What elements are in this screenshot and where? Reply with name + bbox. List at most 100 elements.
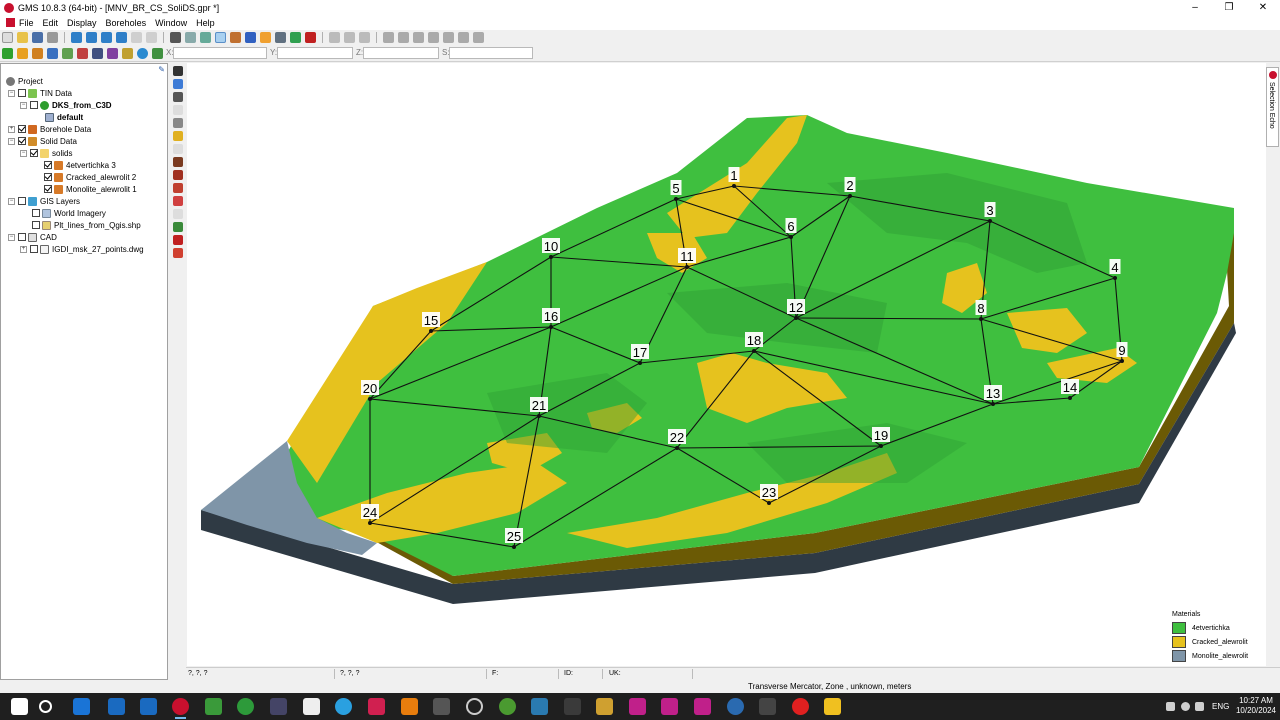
collapse-icon[interactable]: − — [8, 233, 15, 241]
rotate-tool-icon[interactable] — [173, 92, 183, 102]
new-icon[interactable] — [2, 32, 13, 43]
horizon-icon[interactable] — [173, 196, 183, 206]
lighting-icon[interactable] — [215, 32, 226, 43]
plot-icon[interactable] — [245, 32, 256, 43]
pan-icon[interactable] — [173, 66, 183, 76]
taskbar-opera-icon[interactable] — [792, 698, 809, 715]
taskbar-app-icon[interactable] — [205, 698, 222, 715]
grid-icon[interactable] — [275, 32, 286, 43]
node-marker[interactable] — [549, 325, 553, 329]
taskbar-app-icon[interactable] — [108, 698, 125, 715]
node-label[interactable]: 8 — [977, 301, 984, 316]
contours-icon[interactable] — [230, 32, 241, 43]
node-marker[interactable] — [368, 397, 372, 401]
menu-file[interactable]: File — [19, 18, 34, 28]
rotate-icon[interactable] — [131, 32, 142, 43]
taskbar-app-icon[interactable] — [433, 698, 450, 715]
node-label[interactable]: 25 — [507, 529, 521, 544]
map-module-icon[interactable] — [92, 47, 103, 59]
taskbar-app-icon[interactable] — [270, 698, 287, 715]
node-marker[interactable] — [848, 194, 852, 198]
node-marker[interactable] — [794, 316, 798, 320]
taskbar-app-icon[interactable] — [596, 698, 613, 715]
measure-icon[interactable] — [173, 131, 183, 141]
expand-icon[interactable]: + — [20, 245, 27, 253]
select-all-icon[interactable] — [344, 32, 355, 43]
taskbar-app-icon[interactable] — [727, 698, 744, 715]
collapse-icon[interactable]: − — [8, 137, 15, 145]
node-label[interactable]: 21 — [532, 398, 546, 413]
node-label[interactable]: 6 — [787, 219, 794, 234]
view-side-icon[interactable] — [101, 32, 112, 43]
network-icon[interactable] — [1181, 702, 1190, 711]
collapse-icon[interactable]: − — [20, 101, 27, 109]
node-label[interactable]: 1 — [730, 168, 737, 183]
tree-tin-item[interactable]: − DKS_from_C3D — [20, 99, 112, 111]
checkbox[interactable] — [30, 101, 38, 109]
taskbar-app-icon[interactable] — [694, 698, 711, 715]
s-coordinate-field[interactable]: S: — [442, 47, 533, 59]
node-marker[interactable] — [732, 184, 736, 188]
taskbar-app-icon[interactable] — [661, 698, 678, 715]
node-marker[interactable] — [1120, 359, 1124, 363]
tool-e-icon[interactable] — [443, 32, 454, 43]
node-label[interactable]: 12 — [789, 300, 803, 315]
taskbar-app-icon[interactable] — [759, 698, 776, 715]
node-marker[interactable] — [512, 545, 516, 549]
checkbox[interactable] — [18, 197, 26, 205]
mesh-module-icon[interactable] — [47, 47, 58, 59]
taskbar-app-icon[interactable] — [531, 698, 548, 715]
node-label[interactable]: 15 — [424, 313, 438, 328]
restore-button[interactable]: ❐ — [1212, 0, 1246, 15]
globe-module-icon[interactable] — [137, 47, 148, 59]
cad-module-icon[interactable] — [152, 47, 163, 59]
language-indicator[interactable]: ENG — [1212, 702, 1229, 711]
menu-window[interactable]: Window — [155, 18, 187, 28]
checkbox[interactable] — [18, 89, 26, 97]
checkbox[interactable] — [44, 173, 52, 181]
minimize-button[interactable]: – — [1178, 0, 1212, 15]
checkbox[interactable] — [18, 233, 26, 241]
taskbar-app-icon[interactable] — [237, 698, 254, 715]
taskbar-app-icon[interactable] — [368, 698, 385, 715]
node-label[interactable]: 11 — [680, 249, 694, 264]
contact-tool-icon[interactable] — [173, 170, 183, 180]
y-coordinate-field[interactable]: Y: — [270, 47, 353, 59]
node-label[interactable]: 10 — [544, 239, 558, 254]
node-marker[interactable] — [685, 265, 689, 269]
node-marker[interactable] — [879, 444, 883, 448]
save-icon[interactable] — [32, 32, 43, 43]
menu-display[interactable]: Display — [67, 18, 97, 28]
tree-solid-data[interactable]: − Solid Data — [8, 135, 77, 147]
taskbar-app-icon[interactable] — [401, 698, 418, 715]
node-marker[interactable] — [549, 255, 553, 259]
node-label[interactable]: 16 — [544, 309, 558, 324]
taskbar-gms-icon[interactable] — [172, 698, 189, 719]
refresh-icon[interactable] — [200, 32, 211, 43]
checkbox[interactable] — [18, 125, 26, 133]
expand-icon[interactable]: + — [8, 125, 15, 133]
tool-c-icon[interactable] — [413, 32, 424, 43]
close-button[interactable]: ✕ — [1246, 0, 1280, 15]
chevron-up-icon[interactable] — [1166, 702, 1175, 711]
node-label[interactable]: 20 — [363, 381, 377, 396]
taskbar-app-icon[interactable] — [824, 698, 841, 715]
taskbar-app-icon[interactable] — [335, 698, 352, 715]
node-label[interactable]: 13 — [986, 386, 1000, 401]
gis-module-icon[interactable] — [107, 47, 118, 59]
select-icon[interactable] — [329, 32, 340, 43]
chart-icon[interactable] — [260, 32, 271, 43]
tool-b-icon[interactable] — [398, 32, 409, 43]
tree-solid-item[interactable]: 4etvertichka 3 — [44, 159, 116, 171]
node-marker[interactable] — [1113, 276, 1117, 280]
node-marker[interactable] — [638, 361, 642, 365]
taskbar-app-icon[interactable] — [629, 698, 646, 715]
tree-tin-default[interactable]: default — [45, 111, 83, 123]
tool-f-icon[interactable] — [458, 32, 469, 43]
node-label[interactable]: 4 — [1111, 260, 1118, 275]
node-label[interactable]: 22 — [670, 430, 684, 445]
node-marker[interactable] — [1068, 396, 1072, 400]
clock[interactable]: 10:27 AM 10/20/2024 — [1235, 696, 1277, 716]
node-marker[interactable] — [767, 501, 771, 505]
taskbar-app-icon[interactable] — [564, 698, 581, 715]
